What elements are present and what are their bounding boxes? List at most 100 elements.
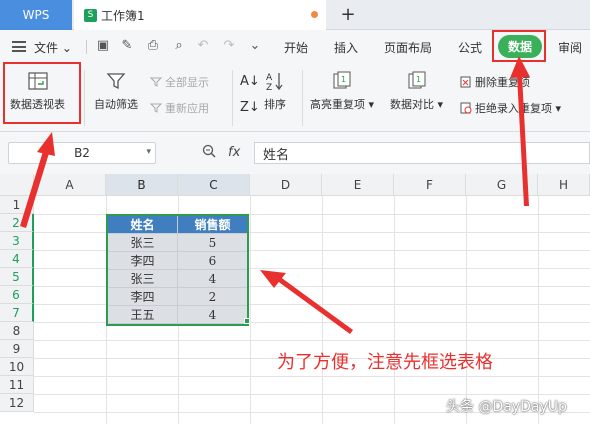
pivot-table-highlight xyxy=(3,62,81,124)
gridline xyxy=(34,340,590,341)
document-tab[interactable]: S 工作簿1 xyxy=(74,0,326,30)
delete-duplicates-icon xyxy=(460,76,471,88)
sort-ascending-icon: A↓ xyxy=(240,74,260,89)
reapply-button[interactable]: 重新应用 xyxy=(150,100,209,116)
annotation-text: 为了方便，注意先框选表格 xyxy=(277,352,493,373)
formula-input[interactable]: 姓名 xyxy=(254,142,590,164)
format-painter-icon[interactable]: ✎ xyxy=(120,39,134,53)
header-cell-name[interactable]: 姓名 xyxy=(108,216,178,234)
wps-home-tab[interactable]: WPS xyxy=(0,0,72,30)
row-header-4[interactable]: 4 xyxy=(0,250,34,268)
ribbon: 数据透视表 自动筛选 全部显示 重新应用 A↓ Z↓ A Z 排序 1 高亮重复… xyxy=(0,64,590,132)
table-cell[interactable]: 2 xyxy=(178,288,247,306)
fill-handle[interactable] xyxy=(244,318,250,324)
print-icon[interactable]: ⎙ xyxy=(146,39,160,53)
header-cell-sales[interactable]: 销售额 xyxy=(178,216,247,234)
table-cell[interactable]: 张三 xyxy=(108,270,178,288)
autofilter-label: 自动筛选 xyxy=(94,98,138,111)
data-tab-highlight xyxy=(492,30,546,62)
sort-button[interactable]: A Z 排序 xyxy=(264,70,286,112)
highlight-duplicates-label: 高亮重复项 ▾ xyxy=(310,98,375,111)
reject-duplicates-button[interactable]: 拒绝录入重复项 ▾ xyxy=(460,100,561,116)
hamburger-icon[interactable] xyxy=(12,41,26,52)
reapply-label: 重新应用 xyxy=(165,102,209,115)
row-header-1[interactable]: 1 xyxy=(0,196,34,214)
column-header-d[interactable]: D xyxy=(250,174,322,196)
reject-duplicates-icon xyxy=(460,102,472,114)
sort-descending-button[interactable]: Z↓ xyxy=(240,100,260,115)
zoom-icon[interactable] xyxy=(202,144,216,158)
data-compare-icon: 1 xyxy=(408,71,426,89)
table-cell[interactable]: 张三 xyxy=(108,234,178,252)
file-menu-label: 文件 xyxy=(34,41,59,55)
row-header-11[interactable]: 11 xyxy=(0,376,34,394)
table-cell[interactable]: 李四 xyxy=(108,288,178,306)
divider xyxy=(84,70,85,126)
row-header-2[interactable]: 2 xyxy=(0,214,34,232)
data-compare-button[interactable]: 1 数据对比 ▾ xyxy=(390,70,443,112)
tab-review[interactable]: 审阅 xyxy=(558,39,582,56)
tab-formulas[interactable]: 公式 xyxy=(458,39,482,56)
svg-text:1: 1 xyxy=(341,75,346,84)
column-header-g[interactable]: G xyxy=(466,174,538,196)
redo-icon[interactable]: ↷ xyxy=(222,39,236,53)
column-header-e[interactable]: E xyxy=(322,174,394,196)
fx-button[interactable]: fx xyxy=(228,145,240,160)
gridline xyxy=(34,376,590,377)
gridline xyxy=(466,196,467,424)
column-header-b[interactable]: B xyxy=(106,174,178,196)
table-cell[interactable]: 6 xyxy=(178,252,247,270)
sort-ascending-button[interactable]: A↓ xyxy=(240,74,260,89)
highlight-duplicates-button[interactable]: 1 高亮重复项 ▾ xyxy=(310,70,374,112)
save-icon[interactable]: ▣ xyxy=(96,39,110,53)
svg-text:A: A xyxy=(266,73,273,83)
svg-text:Z: Z xyxy=(266,83,272,92)
gridline xyxy=(394,196,395,424)
tab-home[interactable]: 开始 xyxy=(284,39,308,56)
row-header-7[interactable]: 7 xyxy=(0,304,34,322)
tab-page-layout[interactable]: 页面布局 xyxy=(384,39,432,56)
row-header-8[interactable]: 8 xyxy=(0,322,34,340)
file-menu[interactable]: 文件 ⌄ xyxy=(34,39,72,56)
show-all-label: 全部显示 xyxy=(165,76,209,89)
row-header-6[interactable]: 6 xyxy=(0,286,34,304)
row-header-12[interactable]: 12 xyxy=(0,394,34,412)
show-all-button[interactable]: 全部显示 xyxy=(150,74,209,90)
tab-insert[interactable]: 插入 xyxy=(334,39,358,56)
row-header-10[interactable]: 10 xyxy=(0,358,34,376)
filter-refresh-icon xyxy=(150,103,162,113)
spreadsheet-grid[interactable]: A B C D E F G H 1 2 3 4 5 6 7 8 9 10 11 … xyxy=(0,174,590,424)
table-cell[interactable]: 5 xyxy=(178,234,247,252)
column-header-a[interactable]: A xyxy=(34,174,106,196)
chevron-down-icon: ▾ xyxy=(146,147,151,157)
column-header-f[interactable]: F xyxy=(394,174,466,196)
delete-duplicates-button[interactable]: 删除重复项 xyxy=(460,74,530,90)
formula-bar: B2 ▾ fx 姓名 xyxy=(0,132,590,174)
table-cell[interactable]: 4 xyxy=(178,270,247,288)
table-header-row: 姓名 销售额 xyxy=(108,216,247,234)
chevron-down-icon: ⌄ xyxy=(61,41,72,55)
row-header-5[interactable]: 5 xyxy=(0,268,34,286)
sort-icon: A Z xyxy=(266,73,283,92)
name-box[interactable]: B2 ▾ xyxy=(8,142,156,164)
print-preview-icon[interactable]: ⌕ xyxy=(172,39,186,53)
gridline xyxy=(34,394,590,395)
divider xyxy=(232,70,233,126)
sort-label: 排序 xyxy=(264,98,286,111)
table-row: 李四 2 xyxy=(108,288,247,306)
divider xyxy=(302,70,303,126)
column-header-c[interactable]: C xyxy=(178,174,250,196)
row-header-9[interactable]: 9 xyxy=(0,340,34,358)
new-tab-button[interactable]: + xyxy=(338,4,358,25)
table-cell[interactable]: 李四 xyxy=(108,252,178,270)
more-icon[interactable]: ⌄ xyxy=(248,39,262,53)
autofilter-button[interactable]: 自动筛选 xyxy=(94,70,138,112)
gridline xyxy=(322,196,323,424)
table-cell[interactable]: 4 xyxy=(178,306,247,324)
select-all-corner[interactable] xyxy=(0,174,34,196)
row-header-3[interactable]: 3 xyxy=(0,232,34,250)
undo-icon[interactable]: ↶ xyxy=(196,39,210,53)
selected-data-range[interactable]: 姓名 销售额 张三 5 李四 6 张三 4 李四 2 王五 4 xyxy=(106,214,249,326)
column-header-h[interactable]: H xyxy=(538,174,590,196)
table-cell[interactable]: 王五 xyxy=(108,306,178,324)
